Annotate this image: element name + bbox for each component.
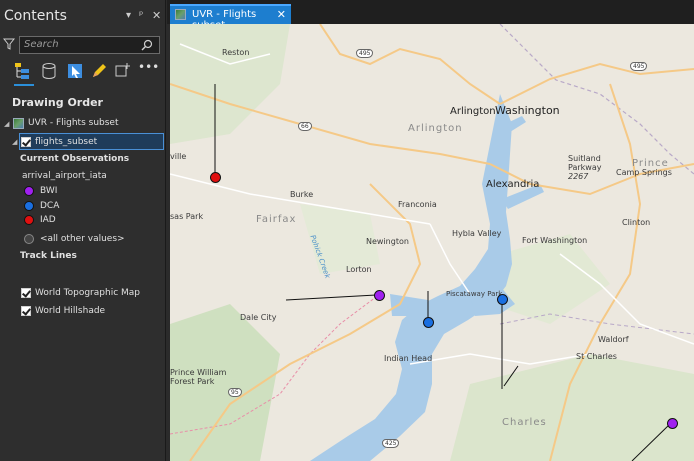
legend-other-label: <all other values> bbox=[40, 234, 125, 244]
highway-shield: 425 bbox=[382, 439, 400, 448]
legend-bwi-label: BWI bbox=[40, 186, 58, 196]
map-expander-icon[interactable]: ◢ bbox=[4, 120, 9, 128]
list-by-drawing-order-icon[interactable] bbox=[14, 62, 32, 80]
place-label-hybla-valley: Hybla Valley bbox=[452, 229, 502, 238]
pane-options-icon[interactable]: ▾ bbox=[126, 10, 131, 21]
contents-title: Contents bbox=[4, 8, 67, 24]
place-label-waldorf: Waldorf bbox=[598, 335, 629, 344]
basemap-hillshade-checkbox[interactable] bbox=[21, 306, 31, 316]
place-label-parkway: Parkway bbox=[568, 163, 602, 172]
region-label-arlington: Arlington bbox=[408, 123, 463, 134]
layer-visibility-checkbox[interactable] bbox=[21, 137, 31, 147]
basemap-hillshade-label[interactable]: World Hillshade bbox=[35, 306, 105, 316]
place-label-arlington: Arlington bbox=[450, 106, 496, 117]
region-label-fairfax: Fairfax bbox=[256, 214, 297, 225]
place-label-parkway-code: 2267 bbox=[568, 172, 589, 181]
place-label-suitland: Suitland bbox=[568, 154, 601, 163]
legend-dca-label: DCA bbox=[40, 201, 60, 211]
search-placeholder: Search bbox=[24, 39, 59, 50]
map-view[interactable]: Reston Arlington Washington Arlington Su… bbox=[170, 24, 694, 461]
basemap-topo-checkbox[interactable] bbox=[21, 288, 31, 298]
active-view-indicator bbox=[14, 84, 34, 86]
view-tab-bar: UVR - Flights subset ✕ bbox=[167, 0, 694, 31]
highway-shield: 495 bbox=[630, 62, 648, 71]
place-label-forest-park: Forest Park bbox=[170, 377, 215, 386]
flight-marker-dca[interactable] bbox=[423, 317, 434, 328]
place-label-clinton: Clinton bbox=[622, 218, 651, 227]
flight-marker-bwi[interactable] bbox=[667, 418, 678, 429]
place-label-newington: Newington bbox=[366, 237, 409, 246]
flight-marker-bwi[interactable] bbox=[374, 290, 385, 301]
arcgis-pro-window: Contents ▾ ᵖ ✕ Search ••• Drawing Order … bbox=[0, 0, 694, 461]
symbology-field-label: arrival_airport_iata bbox=[22, 171, 107, 181]
list-by-data-source-icon[interactable] bbox=[40, 62, 58, 80]
map-tab-icon bbox=[175, 9, 186, 20]
place-label-indian-head: Indian Head bbox=[384, 354, 433, 363]
map-item-label[interactable]: UVR - Flights subset bbox=[28, 118, 119, 128]
legend-iad-label: IAD bbox=[40, 215, 56, 225]
highway-shield: 66 bbox=[298, 122, 312, 131]
layer-expander-icon[interactable]: ◢ bbox=[12, 138, 17, 146]
legend-iad-symbol[interactable] bbox=[24, 215, 34, 225]
search-icon[interactable] bbox=[141, 39, 153, 51]
place-label-lorton: Lorton bbox=[346, 265, 372, 274]
filter-icon[interactable] bbox=[3, 38, 15, 50]
place-label-prince-william: Prince William bbox=[170, 368, 227, 377]
place-label-st-charles: St Charles bbox=[576, 352, 617, 361]
place-label-washington: Washington bbox=[495, 104, 560, 117]
current-observations-label: Current Observations bbox=[20, 154, 130, 164]
highway-shield: 95 bbox=[228, 388, 242, 397]
layer-label[interactable]: flights_subset bbox=[35, 137, 97, 147]
place-label-fort-washington: Fort Washington bbox=[522, 236, 588, 245]
pin-icon[interactable]: ᵖ bbox=[139, 10, 143, 21]
basemap bbox=[170, 24, 694, 461]
close-pane-icon[interactable]: ✕ bbox=[152, 9, 161, 22]
region-label-charles: Charles bbox=[502, 417, 547, 428]
more-options-icon[interactable]: ••• bbox=[138, 60, 159, 78]
search-input[interactable]: Search bbox=[19, 36, 160, 54]
place-label-camp-springs: Camp Springs bbox=[616, 168, 672, 177]
place-label-franconia: Franconia bbox=[398, 200, 437, 209]
list-by-selection-icon[interactable] bbox=[66, 62, 84, 80]
flight-marker-dca[interactable] bbox=[497, 294, 508, 305]
tab-map-view[interactable]: UVR - Flights subset ✕ bbox=[170, 4, 291, 31]
place-label-ville: ville bbox=[170, 152, 187, 161]
highway-shield: 495 bbox=[356, 49, 374, 58]
contents-pane: Contents ▾ ᵖ ✕ Search ••• Drawing Order … bbox=[0, 0, 166, 461]
legend-dca-symbol[interactable] bbox=[24, 201, 34, 211]
legend-other-symbol[interactable] bbox=[24, 234, 34, 244]
legend-bwi-symbol[interactable] bbox=[24, 186, 34, 196]
place-label-burke: Burke bbox=[290, 190, 314, 199]
list-by-editing-icon[interactable] bbox=[90, 62, 108, 80]
place-label-dale-city: Dale City bbox=[240, 313, 277, 322]
track-lines-label: Track Lines bbox=[20, 251, 77, 261]
place-label-reston: Reston bbox=[222, 48, 250, 57]
drawing-order-title: Drawing Order bbox=[12, 96, 103, 109]
list-by-snapping-icon[interactable] bbox=[114, 62, 132, 80]
close-tab-icon[interactable]: ✕ bbox=[277, 8, 286, 21]
flight-marker-iad[interactable] bbox=[210, 172, 221, 183]
basemap-topo-label[interactable]: World Topographic Map bbox=[35, 288, 140, 298]
place-label-piscataway-park: Piscataway Park bbox=[446, 290, 503, 298]
place-label-sas-park: sas Park bbox=[170, 212, 204, 221]
place-label-alexandria: Alexandria bbox=[486, 179, 540, 190]
map-icon bbox=[13, 118, 24, 129]
